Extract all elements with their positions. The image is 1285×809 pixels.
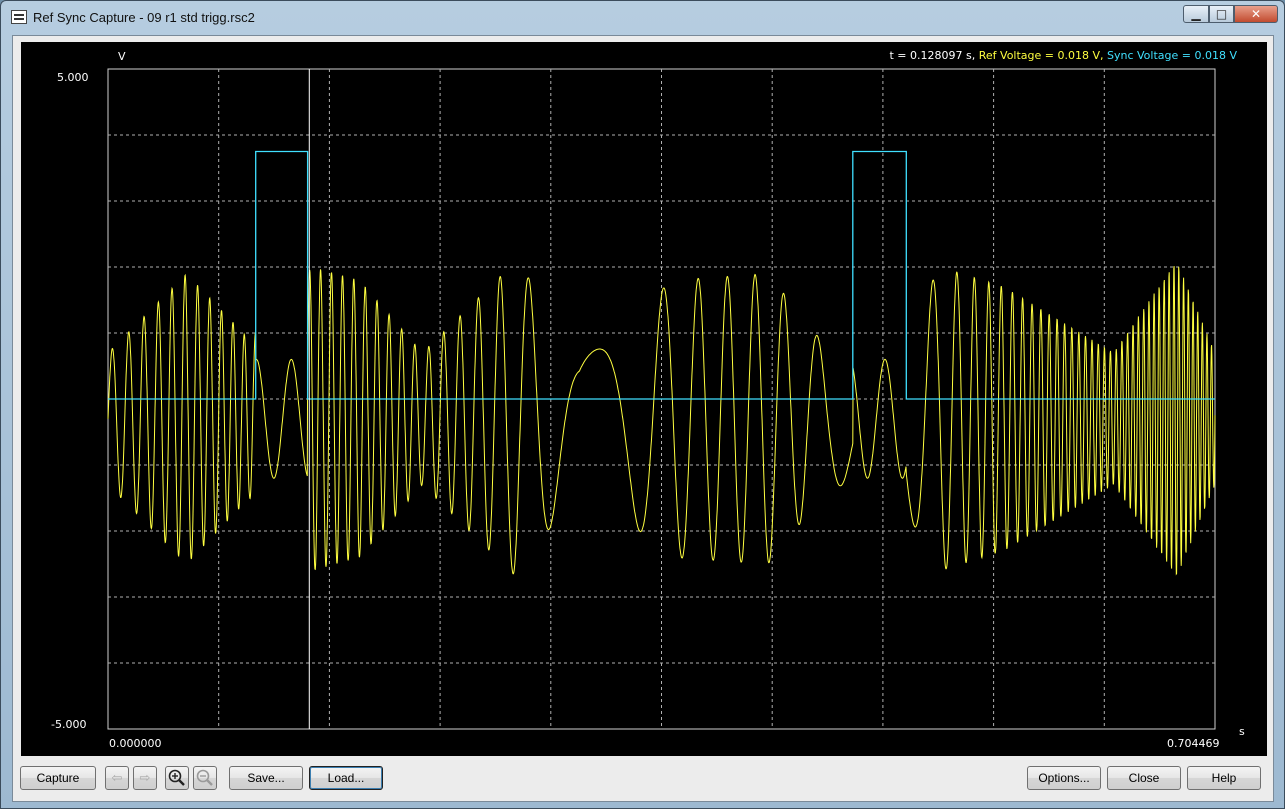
x-max-label: 0.704469: [1167, 737, 1220, 750]
app-icon[interactable]: [11, 10, 27, 24]
forward-icon[interactable]: ⇨: [133, 766, 157, 790]
magnifier-minus-icon: [196, 769, 213, 786]
y-max-label: 5.000: [57, 71, 89, 84]
bottom-toolbar: Capture ⇦ ⇨ Save... Load... Options... C…: [13, 762, 1273, 798]
plot-area[interactable]: V 5.000 -5.000 0.000000 0.704469 s t = 0…: [21, 42, 1267, 756]
readout-ref-voltage: Ref Voltage = 0.018 V,: [978, 49, 1107, 62]
magnifier-plus-icon: [168, 769, 185, 786]
minimize-button[interactable]: ▁: [1183, 5, 1209, 23]
y-min-label: -5.000: [51, 718, 87, 731]
zoom-in-icon[interactable]: [165, 766, 189, 790]
close-window-button[interactable]: ✕: [1234, 5, 1278, 23]
app-window: Ref Sync Capture - 09 r1 std trigg.rsc2 …: [0, 0, 1285, 809]
maximize-button[interactable]: □: [1209, 5, 1234, 23]
window-title: Ref Sync Capture - 09 r1 std trigg.rsc2: [33, 10, 255, 25]
readout-sync-voltage: Sync Voltage = 0.018 V: [1107, 49, 1237, 62]
client-area: V 5.000 -5.000 0.000000 0.704469 s t = 0…: [12, 35, 1274, 802]
back-icon[interactable]: ⇦: [105, 766, 129, 790]
zoom-out-icon[interactable]: [193, 766, 217, 790]
load-button[interactable]: Load...: [309, 766, 383, 790]
x-unit-label: s: [1239, 725, 1245, 738]
capture-button[interactable]: Capture: [20, 766, 96, 790]
save-button[interactable]: Save...: [229, 766, 303, 790]
readout-time: t = 0.128097 s,: [889, 49, 979, 62]
help-button[interactable]: Help: [1187, 766, 1261, 790]
plot-canvas[interactable]: [21, 42, 1267, 756]
close-button[interactable]: Close: [1107, 766, 1181, 790]
cursor-readout: t = 0.128097 s, Ref Voltage = 0.018 V, S…: [890, 49, 1238, 62]
y-unit-label: V: [118, 50, 126, 63]
options-button[interactable]: Options...: [1027, 766, 1101, 790]
title-bar[interactable]: Ref Sync Capture - 09 r1 std trigg.rsc2 …: [1, 1, 1284, 35]
x-min-label: 0.000000: [109, 737, 162, 750]
